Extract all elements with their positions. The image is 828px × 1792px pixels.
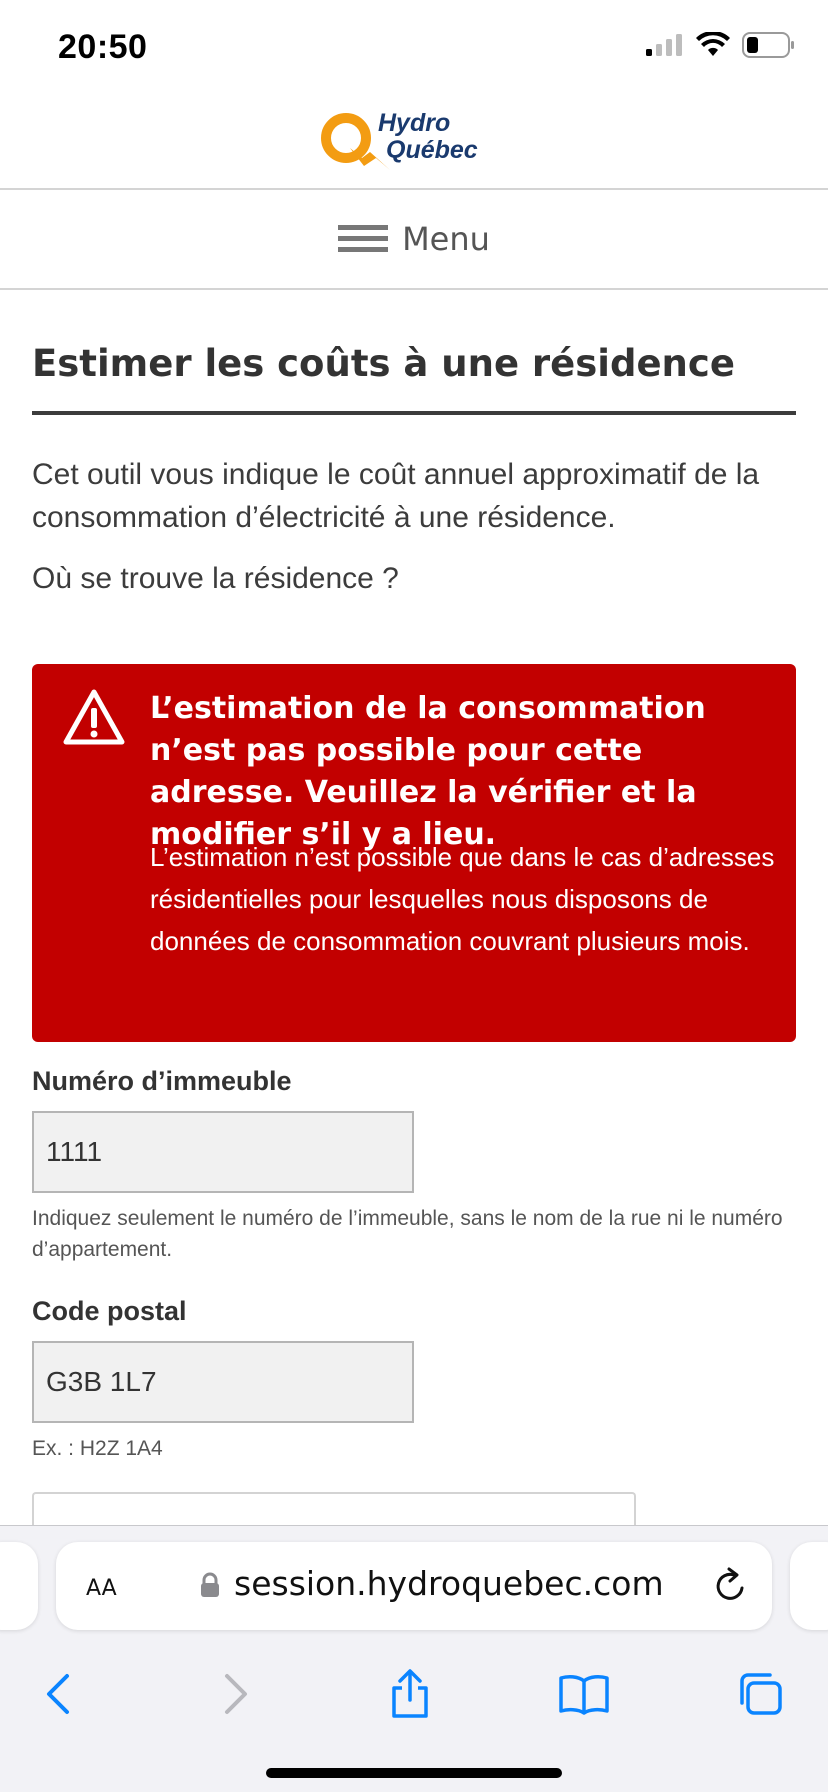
wifi-icon [696,32,730,56]
postal-code-input[interactable] [32,1341,414,1423]
alert-body: L’estimation n’est possible que dans le … [150,842,775,956]
address-bar[interactable]: AA session.hydroquebec.com [56,1542,772,1630]
share-button[interactable] [380,1654,440,1734]
postal-code-label: Code postal [32,1296,187,1326]
status-icons [644,32,796,58]
building-number-field-group: Numéro d’immeuble Indiquez seulement le … [32,1066,796,1265]
building-number-label: Numéro d’immeuble [32,1066,292,1096]
lock-icon [201,1572,219,1597]
status-bar: 20:50 [0,0,828,96]
back-icon [47,1674,69,1714]
browser-chrome: AA session.hydroquebec.com [0,1525,828,1792]
share-icon [392,1669,428,1718]
bookmarks-button[interactable] [554,1654,614,1734]
logo-line1: Hydro [378,109,451,137]
url-text: session.hydroquebec.com [234,1564,664,1603]
postal-code-field-group: Code postal Ex. : H2Z 1A4 [32,1296,796,1464]
logo-text: Hydro Québec [378,110,478,164]
page-title: Estimer les coûts à une résidence [32,342,796,415]
text-size-button[interactable]: AA [86,1568,117,1603]
intro-text: Cet outil vous indique le coût annuel ap… [32,458,760,534]
alert-title: L’estimation de la consommation n’est pa… [150,691,706,852]
next-tab-preview[interactable] [790,1542,828,1630]
logo-line2: Québec [386,136,478,164]
forward-icon [225,1674,247,1714]
warning-icon [63,689,125,745]
main-content: Estimer les coûts à une résidence Cet ou… [32,290,796,1042]
status-time: 20:50 [58,28,148,66]
browser-toolbar [0,1654,828,1734]
bookmarks-icon [559,1675,609,1715]
reload-icon[interactable] [712,1566,748,1604]
text-size-label: AA [86,1576,117,1601]
battery-icon [742,32,794,58]
question-text: Où se trouve la résidence ? [32,562,399,595]
building-number-input[interactable] [32,1111,414,1193]
site-header: Hydro Québec [0,96,828,190]
home-indicator [266,1768,562,1778]
cellular-signal-icon [646,34,682,56]
hamburger-icon [338,225,389,252]
tabs-icon [740,1673,782,1715]
building-number-help: Indiquez seulement le numéro de l’immeub… [32,1207,783,1261]
previous-tab-preview[interactable] [0,1542,38,1630]
hydro-quebec-logo[interactable]: Hydro Québec [318,108,518,174]
back-button[interactable] [28,1654,88,1734]
forward-button[interactable] [206,1654,266,1734]
postal-code-help: Ex. : H2Z 1A4 [32,1437,163,1460]
tabs-button[interactable] [730,1654,790,1734]
menu-button[interactable]: Menu [0,190,828,290]
error-alert: L’estimation de la consommation n’est pa… [32,664,796,1042]
menu-label: Menu [402,220,490,258]
